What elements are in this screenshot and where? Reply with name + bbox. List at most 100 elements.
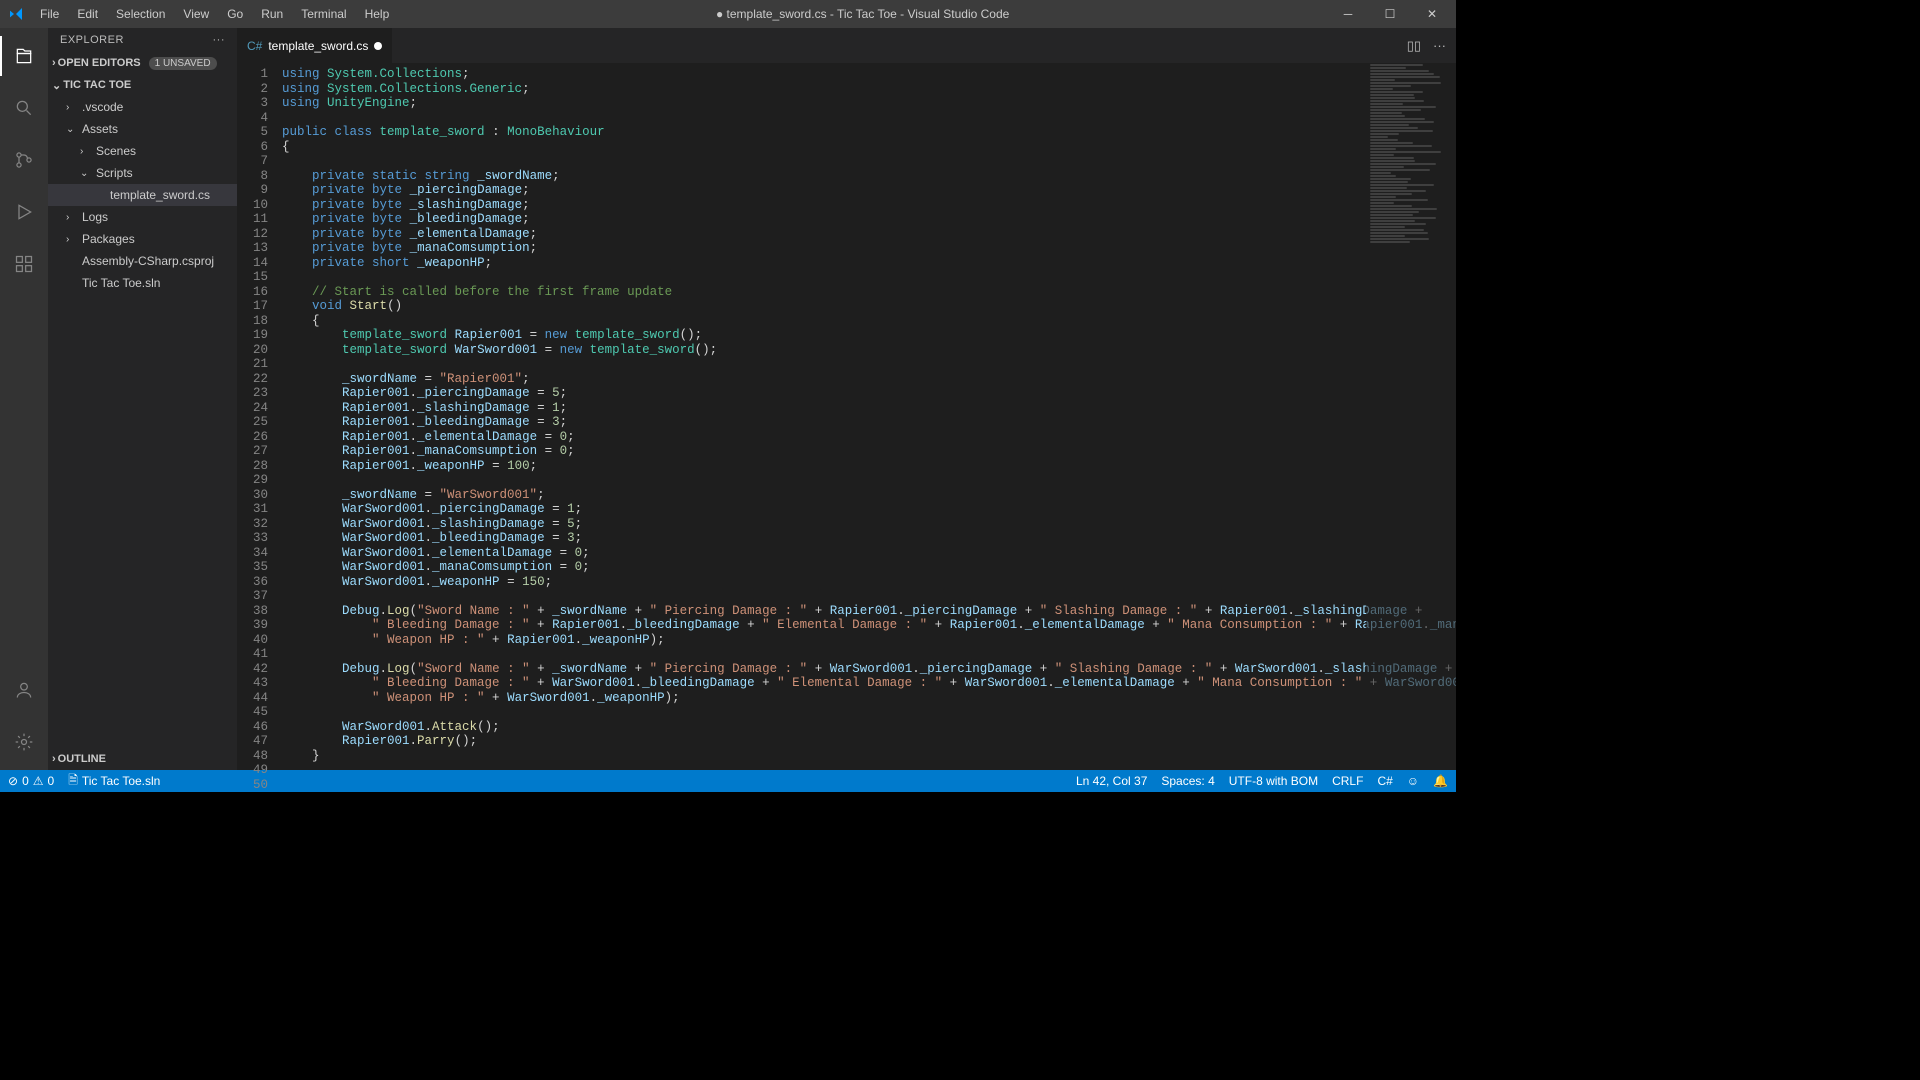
code-line[interactable]: void Start()	[282, 299, 1456, 314]
menu-view[interactable]: View	[175, 3, 217, 25]
chevron-icon: ›	[66, 102, 78, 113]
menu-terminal[interactable]: Terminal	[293, 3, 354, 25]
maximize-button[interactable]: ☐	[1370, 0, 1410, 28]
code-line[interactable]: WarSword001._bleedingDamage = 3;	[282, 531, 1456, 546]
code-line[interactable]: public class template_sword : MonoBehavi…	[282, 125, 1456, 140]
menu-go[interactable]: Go	[219, 3, 251, 25]
code-line[interactable]	[282, 763, 1456, 770]
code-line[interactable]: template_sword WarSword001 = new templat…	[282, 343, 1456, 358]
outline-header[interactable]: › OUTLINE	[48, 748, 237, 770]
code-line[interactable]: using System.Collections.Generic;	[282, 82, 1456, 97]
status-eol[interactable]: CRLF	[1332, 774, 1363, 788]
code-line[interactable]: private short _weaponHP;	[282, 256, 1456, 271]
account-icon[interactable]	[0, 670, 48, 710]
code-line[interactable]: WarSword001._manaComsumption = 0;	[282, 560, 1456, 575]
status-encoding[interactable]: UTF-8 with BOM	[1229, 774, 1318, 788]
code-line[interactable]: WarSword001._piercingDamage = 1;	[282, 502, 1456, 517]
chevron-icon: ›	[66, 212, 78, 223]
tree-item[interactable]: ⌄Scripts	[48, 162, 237, 184]
code-line[interactable]: WarSword001._elementalDamage = 0;	[282, 546, 1456, 561]
code-line[interactable]: _swordName = "WarSword001";	[282, 488, 1456, 503]
settings-gear-icon[interactable]	[0, 722, 48, 762]
source-control-icon[interactable]	[0, 140, 48, 180]
code-line[interactable]	[282, 473, 1456, 488]
minimap[interactable]	[1366, 63, 1456, 770]
menu-help[interactable]: Help	[357, 3, 398, 25]
status-feedback-icon[interactable]: ☺	[1407, 774, 1419, 788]
project-header[interactable]: ⌄ TIC TAC TOE	[48, 74, 237, 96]
open-editors-header[interactable]: › OPEN EDITORS 1 UNSAVED	[48, 52, 237, 74]
code-line[interactable]	[282, 647, 1456, 662]
code-line[interactable]: Rapier001.Parry();	[282, 734, 1456, 749]
code-line[interactable]: WarSword001.Attack();	[282, 720, 1456, 735]
code-line[interactable]: Rapier001._slashingDamage = 1;	[282, 401, 1456, 416]
code-line[interactable]: private byte _piercingDamage;	[282, 183, 1456, 198]
status-solution[interactable]: 🗎 Tic Tac Toe.sln	[68, 771, 160, 792]
code-line[interactable]: }	[282, 749, 1456, 764]
code-line[interactable]	[282, 357, 1456, 372]
menu-run[interactable]: Run	[253, 3, 291, 25]
tree-item[interactable]: Assembly-CSharp.csproj	[48, 250, 237, 272]
code-line[interactable]: using System.Collections;	[282, 67, 1456, 82]
code-line[interactable]: private static string _swordName;	[282, 169, 1456, 184]
status-indentation[interactable]: Spaces: 4	[1161, 774, 1214, 788]
code-line[interactable]	[282, 705, 1456, 720]
code-line[interactable]: using UnityEngine;	[282, 96, 1456, 111]
code-editor[interactable]: 1234567891011121314151617181920212223242…	[237, 63, 1456, 770]
code-line[interactable]: // Start is called before the first fram…	[282, 285, 1456, 300]
tree-item[interactable]: ›Packages	[48, 228, 237, 250]
status-notifications-icon[interactable]: 🔔	[1433, 774, 1448, 788]
menu-selection[interactable]: Selection	[108, 3, 173, 25]
code-line[interactable]: template_sword Rapier001 = new template_…	[282, 328, 1456, 343]
chevron-icon: ›	[66, 234, 78, 245]
unsaved-badge: 1 UNSAVED	[149, 57, 217, 70]
explorer-more-icon[interactable]: ···	[213, 34, 226, 46]
minimize-button[interactable]: ─	[1328, 0, 1368, 28]
tree-item[interactable]: ›.vscode	[48, 96, 237, 118]
code-line[interactable]: Rapier001._elementalDamage = 0;	[282, 430, 1456, 445]
tab-more-icon[interactable]: ···	[1433, 38, 1446, 53]
run-debug-icon[interactable]	[0, 192, 48, 232]
code-line[interactable]	[282, 154, 1456, 169]
code-line[interactable]: _swordName = "Rapier001";	[282, 372, 1456, 387]
code-line[interactable]: " Bleeding Damage : " + Rapier001._bleed…	[282, 618, 1456, 633]
code-line[interactable]: Debug.Log("Sword Name : " + _swordName +…	[282, 604, 1456, 619]
explorer-icon[interactable]	[0, 36, 48, 76]
tree-item[interactable]: ›Logs	[48, 206, 237, 228]
code-line[interactable]: {	[282, 140, 1456, 155]
menu-file[interactable]: File	[32, 3, 67, 25]
csharp-file-icon: C#	[247, 39, 262, 53]
code-line[interactable]: private byte _slashingDamage;	[282, 198, 1456, 213]
code-line[interactable]	[282, 589, 1456, 604]
code-line[interactable]: Rapier001._piercingDamage = 5;	[282, 386, 1456, 401]
code-line[interactable]: private byte _manaComsumption;	[282, 241, 1456, 256]
status-language[interactable]: C#	[1377, 774, 1392, 788]
tab-template-sword[interactable]: C# template_sword.cs	[237, 28, 393, 63]
tree-item[interactable]: ›Scenes	[48, 140, 237, 162]
code-line[interactable]: private byte _bleedingDamage;	[282, 212, 1456, 227]
vscode-logo-icon	[0, 6, 32, 22]
code-line[interactable]: WarSword001._weaponHP = 150;	[282, 575, 1456, 590]
split-editor-icon[interactable]: ▯▯	[1407, 38, 1421, 54]
code-line[interactable]: {	[282, 314, 1456, 329]
status-errors[interactable]: ⊘ 0 ⚠ 0	[8, 774, 54, 788]
tree-item[interactable]: Tic Tac Toe.sln	[48, 272, 237, 294]
tree-item[interactable]: ⌄Assets	[48, 118, 237, 140]
code-line[interactable]: WarSword001._slashingDamage = 5;	[282, 517, 1456, 532]
code-line[interactable]	[282, 111, 1456, 126]
code-line[interactable]: 💡 Debug.Log("Sword Name : " + _swordName…	[282, 662, 1456, 677]
code-line[interactable]	[282, 270, 1456, 285]
search-icon[interactable]	[0, 88, 48, 128]
code-line[interactable]: private byte _elementalDamage;	[282, 227, 1456, 242]
status-cursor-position[interactable]: Ln 42, Col 37	[1076, 774, 1147, 788]
close-button[interactable]: ✕	[1412, 0, 1452, 28]
menu-edit[interactable]: Edit	[69, 3, 106, 25]
code-line[interactable]: Rapier001._weaponHP = 100;	[282, 459, 1456, 474]
code-line[interactable]: " Bleeding Damage : " + WarSword001._ble…	[282, 676, 1456, 691]
code-line[interactable]: " Weapon HP : " + Rapier001._weaponHP);	[282, 633, 1456, 648]
code-line[interactable]: " Weapon HP : " + WarSword001._weaponHP)…	[282, 691, 1456, 706]
code-line[interactable]: Rapier001._manaComsumption = 0;	[282, 444, 1456, 459]
code-line[interactable]: Rapier001._bleedingDamage = 3;	[282, 415, 1456, 430]
tree-item[interactable]: template_sword.cs	[48, 184, 237, 206]
extensions-icon[interactable]	[0, 244, 48, 284]
